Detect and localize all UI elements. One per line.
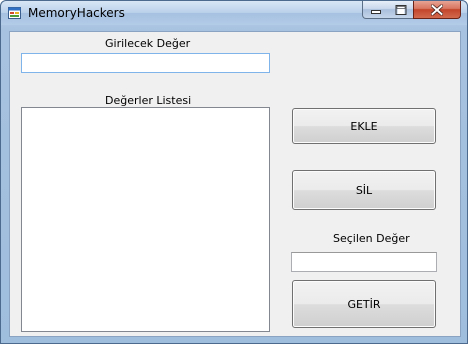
maximize-icon [395, 4, 406, 15]
minimize-icon [370, 9, 381, 14]
values-listbox[interactable] [21, 107, 270, 332]
get-button[interactable]: GETİR [292, 280, 436, 328]
maximize-button[interactable] [388, 1, 414, 19]
window-title: MemoryHackers [28, 6, 125, 20]
input-value-label: Girilecek Değer [105, 37, 191, 50]
add-button[interactable]: EKLE [292, 108, 436, 144]
minimize-button[interactable] [362, 1, 389, 19]
title-bar[interactable]: MemoryHackers [1, 1, 467, 25]
close-button[interactable] [413, 1, 461, 19]
close-icon [431, 4, 443, 15]
selected-value-field[interactable] [291, 252, 437, 272]
form-client-area: Girilecek Değer Değerler Listesi EKLE Sİ… [9, 31, 461, 337]
values-list-label: Değerler Listesi [105, 94, 192, 107]
app-window: MemoryHackers Girilecek Değer Değerler L… [0, 0, 468, 344]
delete-button[interactable]: SİL [292, 170, 436, 210]
selected-value-label: Seçilen Değer [333, 232, 410, 245]
windows-form-icon [8, 7, 21, 19]
input-value-field[interactable] [21, 53, 270, 73]
